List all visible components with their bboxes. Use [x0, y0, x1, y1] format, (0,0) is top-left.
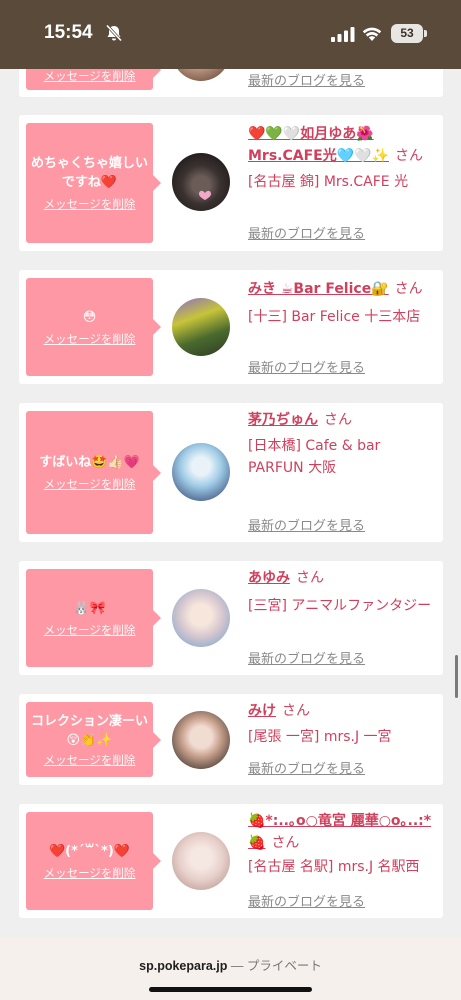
avatar[interactable]	[172, 153, 230, 211]
latest-blog-link[interactable]: 最新のブログを見る	[248, 891, 365, 910]
message-bubble: コレクション凄ーい😲👏✨ メッセージを削除	[26, 702, 161, 777]
battery-tip	[424, 30, 427, 37]
message-card: ❤️(*´꒳`*)❤️ メッセージを削除 🍓*:..｡o○竜宮 麗華○o｡..:…	[19, 804, 443, 918]
message-bubble: 😳 メッセージを削除	[26, 278, 161, 376]
delete-message-button[interactable]: メッセージを削除	[44, 622, 136, 638]
honorific: さん	[394, 281, 423, 297]
message-text: すばいね🤩👍🏻💗	[39, 455, 140, 470]
avatar[interactable]	[172, 711, 230, 769]
message-bubble: めちゃくちゃ嬉しいですね❤️ メッセージを削除	[26, 123, 161, 243]
message-card: めちゃくちゃ嬉しいですね❤️ メッセージを削除 ❤️💚🤍如月ゆあ🌺Mrs.CAF…	[19, 115, 443, 251]
message-text: めちゃくちゃ嬉しいですね❤️	[30, 156, 148, 190]
message-bubble: メッセージを削除	[26, 69, 161, 90]
delete-message-button[interactable]: メッセージを削除	[44, 196, 136, 212]
latest-blog-link[interactable]: 最新のブログを見る	[248, 758, 365, 777]
message-bubble: 🐰🎀 メッセージを削除	[26, 569, 161, 667]
message-text: コレクション凄ーい😲👏✨	[30, 713, 148, 748]
message-text: 🐰🎀	[73, 600, 106, 616]
avatar[interactable]	[172, 589, 230, 647]
url-domain: sp.pokepara.jp	[139, 959, 228, 973]
shop-name: [三宮] アニマルファンタジー	[248, 598, 432, 614]
home-indicator[interactable]	[149, 987, 312, 992]
honorific: さん	[324, 412, 352, 428]
wifi-icon	[362, 27, 382, 41]
status-bar: 15:54 53	[0, 0, 461, 69]
shop-name: [十三] Bar Felice 十三本店	[248, 309, 421, 325]
latest-blog-link[interactable]: 最新のブログを見る	[248, 515, 365, 534]
girl-name-link[interactable]: 茅乃ぢゅん	[248, 412, 318, 428]
message-card: メッセージを削除 最新のブログを見る	[19, 69, 443, 97]
latest-blog-link[interactable]: 最新のブログを見る	[248, 70, 365, 89]
delete-message-button[interactable]: メッセージを削除	[44, 752, 136, 768]
url-bar[interactable]: sp.pokepara.jp — プライベート	[0, 955, 461, 974]
avatar-heart-icon	[199, 190, 211, 200]
browser-bottom-bar: sp.pokepara.jp — プライベート	[0, 937, 461, 1000]
latest-blog-link[interactable]: 最新のブログを見る	[248, 648, 365, 667]
girl-info: あゆみ さん [三宮] アニマルファンタジー	[248, 567, 434, 617]
girl-name-link[interactable]: ❤️💚🤍如月ゆあ🌺Mrs.CAFE光🩵🤍✨	[248, 126, 389, 164]
message-bubble: ❤️(*´꒳`*)❤️ メッセージを削除	[26, 812, 161, 910]
shop-name: [尾張 一宮] mrs.J 一宮	[248, 729, 392, 745]
girl-info: ❤️💚🤍如月ゆあ🌺Mrs.CAFE光🩵🤍✨ さん [名古屋 錦] Mrs.CAFE…	[248, 123, 434, 193]
url-separator: —	[227, 959, 247, 973]
cellular-signal-icon	[331, 27, 355, 42]
battery-icon: 53	[391, 24, 423, 43]
message-card: すばいね🤩👍🏻💗 メッセージを削除 茅乃ぢゅん さん [日本橋] Cafe & b…	[19, 403, 443, 542]
shop-name: [名古屋 錦] Mrs.CAFE 光	[248, 174, 409, 190]
message-card: 😳 メッセージを削除 みき ☕Bar Felice🔐 さん [十三] Bar Fe…	[19, 270, 443, 384]
message-bubble: すばいね🤩👍🏻💗 メッセージを削除	[26, 411, 161, 534]
girl-info: 🍓*:..｡o○竜宮 麗華○o｡..:*🍓 さん [名古屋 名駅] mrs.J 名…	[248, 810, 434, 878]
avatar[interactable]	[172, 298, 230, 356]
delete-message-button[interactable]: メッセージを削除	[44, 69, 136, 84]
bell-muted-icon	[105, 24, 123, 42]
delete-message-button[interactable]: メッセージを削除	[44, 865, 136, 881]
girl-info: みけ さん [尾張 一宮] mrs.J 一宮	[248, 700, 434, 748]
girl-info: 茅乃ぢゅん さん [日本橋] Cafe & bar PARFUN 大阪	[248, 409, 434, 479]
honorific: さん	[282, 703, 310, 719]
message-card: 🐰🎀 メッセージを削除 あゆみ さん [三宮] アニマルファンタジー 最新のブログ…	[19, 561, 443, 675]
girl-name-link[interactable]: あゆみ	[248, 570, 290, 586]
honorific: さん	[296, 570, 324, 586]
message-text: ❤️(*´꒳`*)❤️	[48, 843, 130, 859]
latest-blog-link[interactable]: 最新のブログを見る	[248, 357, 365, 376]
status-time: 15:54	[44, 22, 93, 43]
girl-name-link[interactable]: みき ☕Bar Felice🔐	[248, 281, 389, 297]
girl-name-link[interactable]: みけ	[248, 703, 276, 719]
shop-name: [日本橋] Cafe & bar PARFUN 大阪	[248, 438, 381, 476]
girl-info: みき ☕Bar Felice🔐 さん [十三] Bar Felice 十三本店	[248, 278, 434, 328]
latest-blog-link[interactable]: 最新のブログを見る	[248, 223, 365, 242]
avatar[interactable]	[172, 832, 230, 890]
scrollbar-thumb[interactable]	[455, 655, 458, 698]
message-card: コレクション凄ーい😲👏✨ メッセージを削除 みけ さん [尾張 一宮] mrs.J…	[19, 694, 443, 785]
message-list[interactable]: メッセージを削除 最新のブログを見る めちゃくちゃ嬉しいですね❤️ メッセージを…	[0, 69, 461, 937]
avatar[interactable]	[172, 69, 230, 81]
private-mode-label: プライベート	[246, 959, 322, 973]
shop-name: [名古屋 名駅] mrs.J 名駅西	[248, 859, 420, 875]
delete-message-button[interactable]: メッセージを削除	[44, 331, 136, 347]
message-text: 😳	[82, 309, 97, 325]
honorific: さん	[395, 148, 424, 164]
honorific: さん	[271, 835, 300, 851]
avatar[interactable]	[172, 443, 230, 501]
delete-message-button[interactable]: メッセージを削除	[44, 476, 136, 492]
